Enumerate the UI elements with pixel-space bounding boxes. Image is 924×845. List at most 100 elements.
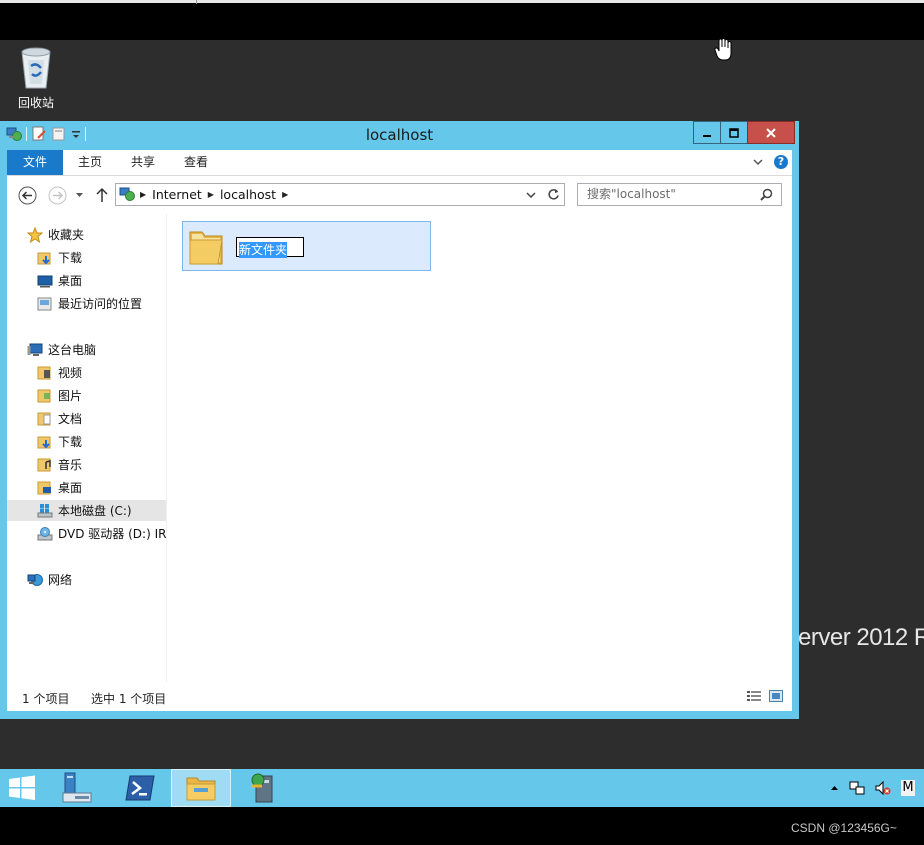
tab-home[interactable]: 主页 [78, 150, 102, 175]
nav-videos[interactable]: 视频 [7, 362, 166, 383]
window-title: localhost [365, 126, 434, 144]
nav-label: 桌面 [58, 481, 83, 495]
maximize-button[interactable] [720, 121, 748, 144]
tab-view[interactable]: 查看 [184, 150, 208, 175]
bottom-bar [0, 807, 924, 845]
details-view-icon[interactable] [747, 690, 761, 702]
downloads-folder-icon [37, 436, 51, 448]
server-manager-button[interactable] [55, 769, 99, 807]
computer-icon [27, 343, 43, 356]
dvd-drive-icon [37, 526, 53, 540]
downloads-folder-icon [37, 252, 51, 264]
nav-label: 下载 [58, 435, 83, 449]
status-bar: 1 个项目 选中 1 个项目 [7, 682, 792, 711]
search-icon[interactable] [760, 188, 773, 201]
nav-favorites[interactable]: 收藏夹 [7, 224, 166, 245]
recycle-bin[interactable]: 回收站 [10, 46, 62, 111]
title-bar[interactable]: localhost [0, 121, 799, 150]
nav-label: 最近访问的位置 [58, 297, 143, 311]
recycle-bin-icon [21, 47, 51, 89]
network-tool-button[interactable] [240, 769, 288, 807]
explorer-window: localhost 文件 主页 共享 查看 ? ▶ Internet ▶ loc… [0, 121, 799, 719]
explorer-body: 收藏夹 下载 桌面 最近访问的位置 这台电脑 视频 图片 文档 下载 音乐 桌面… [7, 214, 792, 711]
search-input[interactable] [587, 187, 752, 201]
nav-favorites-downloads[interactable]: 下载 [7, 247, 166, 268]
nav-documents[interactable]: 文档 [7, 408, 166, 429]
search-box[interactable] [577, 183, 782, 206]
network-tool-icon [251, 773, 273, 803]
ribbon: 文件 主页 共享 查看 ? [7, 150, 792, 176]
windows-logo-icon [9, 775, 35, 800]
navigation-bar: ▶ Internet ▶ localhost ▶ [7, 176, 792, 214]
local-disk-icon [37, 503, 53, 517]
powershell-button[interactable] [118, 769, 162, 807]
nav-label: 下载 [58, 251, 83, 265]
show-hidden-icons-icon[interactable] [830, 784, 839, 792]
input-method-indicator[interactable]: M [901, 780, 915, 796]
volume-muted-icon[interactable] [875, 780, 891, 796]
nav-pictures[interactable]: 图片 [7, 385, 166, 406]
pictures-folder-icon [37, 389, 51, 402]
rename-field[interactable]: 新文件夹 [236, 237, 304, 258]
help-icon[interactable]: ? [774, 155, 788, 169]
back-arrow-icon[interactable] [18, 186, 37, 205]
recent-locations-chevron-icon[interactable] [75, 191, 84, 199]
network-status-icon[interactable] [849, 780, 865, 796]
nav-desktop[interactable]: 桌面 [7, 477, 166, 498]
tab-file[interactable]: 文件 [7, 150, 63, 175]
large-icons-view-icon[interactable] [769, 690, 783, 702]
nav-label: 收藏夹 [48, 228, 85, 242]
nav-this-pc[interactable]: 这台电脑 [7, 339, 166, 360]
view-toggles [747, 690, 783, 702]
up-arrow-icon[interactable] [95, 186, 109, 204]
nav-label: DVD 驱动器 (D:) IR [58, 527, 167, 541]
nav-label: 这台电脑 [48, 343, 97, 357]
recent-places-icon [37, 297, 52, 310]
breadcrumb-separator[interactable]: ▶ [208, 190, 214, 199]
minimize-button[interactable] [693, 121, 721, 144]
nav-label: 文档 [58, 412, 83, 426]
file-list: 新文件夹 [167, 214, 792, 682]
refresh-icon[interactable] [547, 188, 560, 201]
server-version-background-text: erver 2012 R [798, 624, 924, 651]
breadcrumb-localhost[interactable]: localhost [220, 187, 276, 202]
nav-label: 网络 [48, 573, 73, 587]
server-manager-icon [62, 772, 92, 803]
nav-network[interactable]: 网络 [7, 569, 166, 590]
nav-favorites-desktop[interactable]: 桌面 [7, 270, 166, 291]
start-button[interactable] [0, 769, 44, 807]
nav-label: 本地磁盘 (C:) [58, 504, 132, 518]
new-folder-item[interactable]: 新文件夹 [182, 221, 431, 271]
item-count: 1 个项目 [22, 692, 70, 706]
documents-folder-icon [37, 412, 51, 425]
rename-selected-text[interactable]: 新文件夹 [239, 242, 288, 258]
address-bar[interactable]: ▶ Internet ▶ localhost ▶ [115, 183, 565, 206]
tab-share[interactable]: 共享 [131, 150, 155, 175]
hand-cursor-icon [714, 37, 734, 66]
address-dropdown-chevron-icon[interactable] [526, 190, 536, 200]
music-folder-icon [37, 458, 51, 471]
nav-downloads[interactable]: 下载 [7, 431, 166, 452]
breadcrumb-separator[interactable]: ▶ [282, 190, 288, 199]
selected-count: 选中 1 个项目 [91, 692, 167, 706]
file-explorer-button[interactable] [171, 769, 231, 807]
powershell-icon [125, 775, 155, 801]
expand-ribbon-chevron-icon[interactable] [752, 156, 764, 168]
desktop-icon [37, 275, 53, 287]
breadcrumb-separator[interactable]: ▶ [140, 190, 146, 199]
nav-local-disk-c[interactable]: 本地磁盘 (C:) [7, 500, 166, 521]
breadcrumb-internet[interactable]: Internet [152, 187, 202, 202]
nav-favorites-recent-places[interactable]: 最近访问的位置 [7, 293, 166, 314]
minimize-icon [703, 134, 711, 137]
top-bar-line [0, 0, 924, 3]
top-bar [0, 0, 924, 40]
nav-label: 视频 [58, 366, 83, 380]
star-icon [27, 226, 43, 243]
csdn-watermark: CSDN @123456G~ [791, 821, 897, 835]
recycle-bin-label: 回收站 [17, 96, 54, 110]
nav-dvd-drive-d[interactable]: DVD 驱动器 (D:) IR [7, 523, 167, 544]
nav-label: 桌面 [58, 274, 83, 288]
forward-arrow-icon[interactable] [48, 186, 67, 205]
nav-music[interactable]: 音乐 [7, 454, 166, 475]
close-button[interactable] [747, 121, 795, 144]
